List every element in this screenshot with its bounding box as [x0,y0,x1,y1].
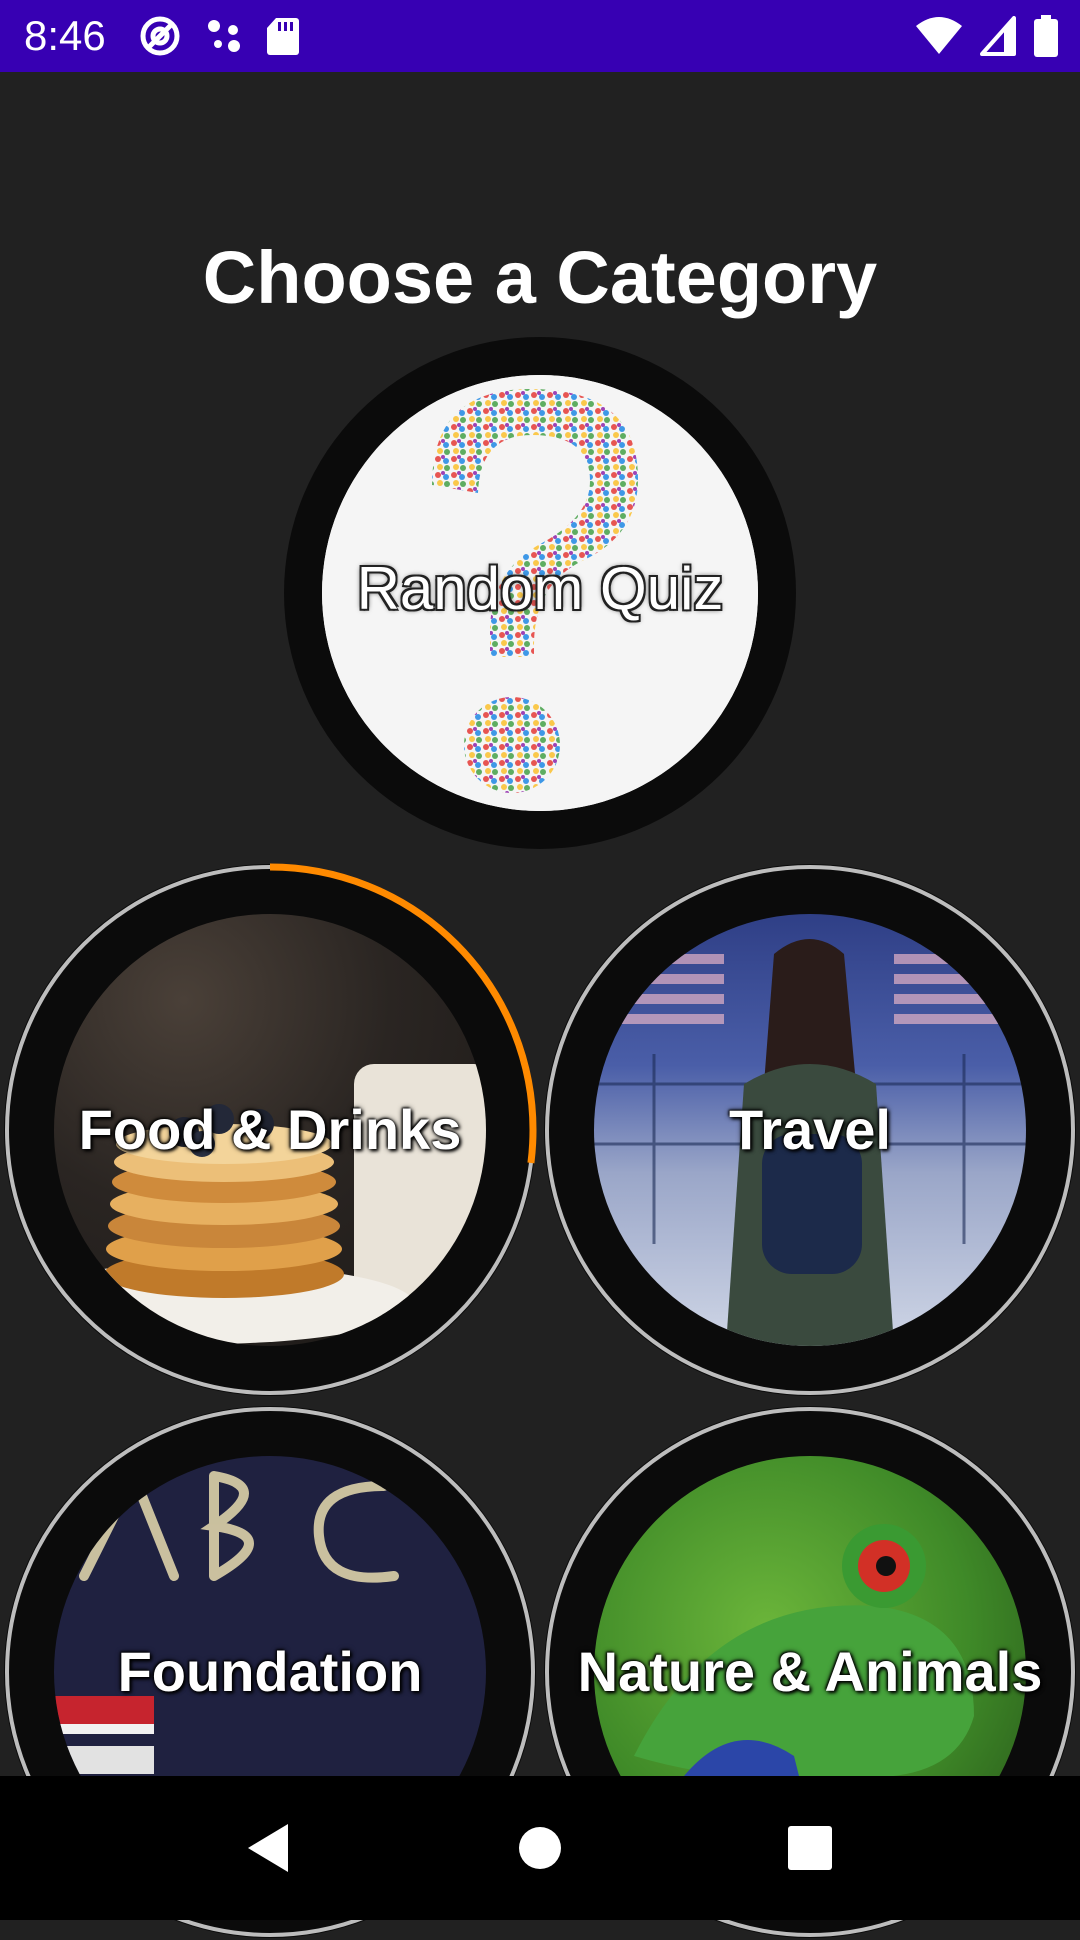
tile-label: Nature & Animals [577,1640,1043,1703]
tile-label: Random Quiz [356,555,724,622]
back-icon [248,1824,288,1872]
at-sign-icon [138,14,182,58]
tile-label: Foundation [117,1640,423,1703]
navigation-bar [0,1776,1080,1920]
nav-recents-button[interactable] [730,1776,890,1920]
category-food-drinks[interactable]: Food & Drinks [2,862,538,1398]
category-travel[interactable]: Travel [542,862,1078,1398]
nav-back-button[interactable] [188,1776,348,1920]
nav-home-button[interactable] [460,1776,620,1920]
recents-icon [788,1826,832,1870]
status-bar: 8:46 [0,0,1080,72]
category-random-quiz[interactable]: Random Quiz [282,335,798,851]
battery-icon [1034,15,1058,57]
wifi-icon [916,16,962,56]
page-title: Choose a Category [202,236,878,319]
status-time: 8:46 [24,12,106,59]
cell-signal-icon [980,16,1016,56]
tile-label: Food & Drinks [78,1098,462,1161]
assistant-dots-icon [204,16,244,56]
home-icon [519,1827,561,1869]
sd-card-icon [266,16,300,56]
tile-label: Travel [729,1098,891,1161]
